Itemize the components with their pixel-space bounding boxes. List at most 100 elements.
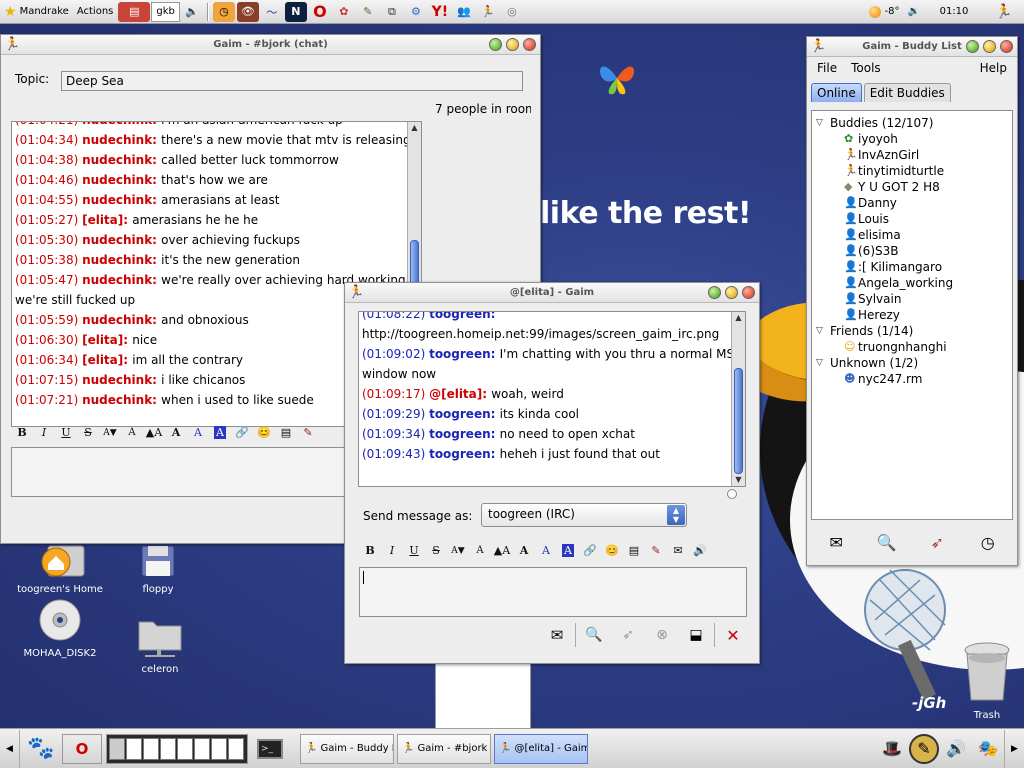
- smiley-button[interactable]: 😊: [601, 541, 623, 561]
- scroll-thumb[interactable]: [734, 368, 743, 474]
- normal-font-button[interactable]: A: [469, 541, 491, 561]
- link-button[interactable]: 🔗: [231, 423, 253, 443]
- network-desktop-icon[interactable]: celeron: [115, 616, 205, 675]
- minimize-button[interactable]: [489, 38, 502, 51]
- im-log[interactable]: (01:08:22) toogreen: http://toogreen.hom…: [358, 311, 746, 487]
- clock-applet[interactable]: 01:10: [924, 1, 984, 23]
- bold-button[interactable]: B: [359, 541, 381, 561]
- cd-launcher[interactable]: ◎: [501, 2, 523, 22]
- strike-button[interactable]: S: [77, 423, 99, 443]
- fg-color-button[interactable]: A: [187, 423, 209, 443]
- home-desktop-icon[interactable]: toogreen's Home: [15, 544, 105, 595]
- smaller-font-button[interactable]: A▼: [447, 541, 469, 561]
- underline-button[interactable]: U: [403, 541, 425, 561]
- close-button[interactable]: [523, 38, 536, 51]
- buddy-row[interactable]: 👤 Danny: [816, 195, 1012, 211]
- warn-button[interactable]: ➶: [612, 621, 644, 649]
- workspace-6[interactable]: [194, 737, 210, 760]
- font-face-button[interactable]: A: [513, 541, 535, 561]
- menu-file[interactable]: File: [817, 61, 837, 75]
- workspace-8[interactable]: [228, 737, 244, 760]
- expander-icon[interactable]: ▽: [816, 323, 830, 339]
- workspace-2[interactable]: [126, 737, 142, 760]
- normal-font-button[interactable]: A: [121, 423, 143, 443]
- buddy-row[interactable]: ✿ iyoyoh: [816, 131, 1012, 147]
- smaller-font-button[interactable]: A▼: [99, 423, 121, 443]
- keyboard-applet[interactable]: gkb: [151, 1, 180, 22]
- close-conversation-button[interactable]: ✕: [717, 621, 749, 649]
- underline-button[interactable]: U: [55, 423, 77, 443]
- buddy-row[interactable]: 👤 Angela_working: [816, 275, 1012, 291]
- workspace-3[interactable]: [143, 737, 159, 760]
- minimize-button[interactable]: [966, 40, 979, 53]
- maximize-button[interactable]: [725, 286, 738, 299]
- send-as-dropdown[interactable]: toogreen (IRC) ▲ ▼: [481, 503, 687, 527]
- log-button[interactable]: ▤: [275, 423, 297, 443]
- block-button[interactable]: ⊗: [646, 621, 678, 649]
- bg-color-button[interactable]: A: [209, 423, 231, 443]
- expander-icon[interactable]: ▽: [816, 355, 830, 371]
- im-titlebar[interactable]: 🏃 @[elita] - Gaim: [345, 283, 759, 303]
- away-button[interactable]: ◷: [972, 528, 1004, 556]
- buddy-row[interactable]: 👤 Louis: [816, 211, 1012, 227]
- scroll-down-arrow[interactable]: ▼: [732, 474, 745, 486]
- tools-launcher[interactable]: ⚙: [405, 2, 427, 22]
- volume-applet[interactable]: 🔉: [904, 1, 924, 23]
- chat-titlebar[interactable]: 🏃 Gaim - #bjork (chat): [1, 35, 540, 55]
- menu-help[interactable]: Help: [980, 61, 1007, 75]
- opera-taskbar-launcher[interactable]: O: [62, 733, 102, 764]
- sound-launcher[interactable]: 🔊: [941, 734, 971, 764]
- windows-launcher[interactable]: ⧉: [381, 2, 403, 22]
- buddy-row[interactable]: 👤 Sylvain: [816, 291, 1012, 307]
- trash-desktop-icon[interactable]: Trash: [942, 640, 1024, 721]
- info-button[interactable]: 🔍: [578, 621, 610, 649]
- join-chat-button[interactable]: ➶: [921, 528, 953, 556]
- buddy-row[interactable]: 👤 (6)S3B: [816, 243, 1012, 259]
- buddy-group-row[interactable]: ▽ Friends (1/14): [816, 323, 1012, 339]
- buddy-tree[interactable]: ▽ Buddies (12/107) ✿ iyoyoh 🏃 InvAznGirl 🏃 tiny…: [811, 110, 1013, 520]
- volume-launcher[interactable]: 🔈: [181, 2, 203, 22]
- buddy-row[interactable]: 👤 elisima: [816, 227, 1012, 243]
- buddy-row[interactable]: ☺ truongnhanghi: [816, 339, 1012, 355]
- font-face-button[interactable]: A: [165, 423, 187, 443]
- maximize-button[interactable]: [983, 40, 996, 53]
- send-button[interactable]: ✉: [541, 621, 573, 649]
- image-button[interactable]: ✉: [667, 541, 689, 561]
- buddy-row[interactable]: 🏃 tinytimidturtle: [816, 163, 1012, 179]
- fg-color-button[interactable]: A: [535, 541, 557, 561]
- cdrom-desktop-icon[interactable]: MOHAA_DISK2: [15, 598, 105, 659]
- buddy-group-row[interactable]: ▽ Unknown (1/2): [816, 355, 1012, 371]
- eyes-launcher[interactable]: 👁: [236, 1, 259, 22]
- buddy-group-row[interactable]: ▽ Buddies (12/107): [816, 115, 1012, 131]
- add-buddy-button[interactable]: ⬓: [680, 621, 712, 649]
- minimize-button[interactable]: [708, 286, 721, 299]
- italic-button[interactable]: I: [381, 541, 403, 561]
- bg-color-button[interactable]: A: [557, 541, 579, 561]
- im-log-scrollbar[interactable]: ▲ ▼: [731, 312, 745, 486]
- main-menu-button[interactable]: ★ Mandrake: [0, 1, 73, 23]
- gaim-tray-icon[interactable]: 🏃: [984, 1, 1024, 23]
- gimp-launcher[interactable]: ✎: [357, 2, 379, 22]
- get-info-button[interactable]: 🔍: [871, 528, 903, 556]
- log-button[interactable]: ▤: [623, 541, 645, 561]
- actions-menu-button[interactable]: Actions: [73, 1, 118, 23]
- maximize-button[interactable]: [506, 38, 519, 51]
- workspace-4[interactable]: [160, 737, 176, 760]
- expander-icon[interactable]: ▽: [816, 115, 830, 131]
- yahoo-launcher[interactable]: Y!: [429, 2, 451, 22]
- book-launcher[interactable]: ▤: [118, 1, 151, 22]
- wizard-launcher[interactable]: 🎩: [877, 734, 907, 764]
- buddy-row[interactable]: ◆ Y U GOT 2 H8: [816, 179, 1012, 195]
- gnome-foot-button[interactable]: 🐾: [20, 730, 62, 768]
- im-message-entry[interactable]: [359, 567, 747, 617]
- network-launcher[interactable]: ✿: [333, 2, 355, 22]
- buddy-row[interactable]: 👤:[ Kilimangaro: [816, 259, 1012, 275]
- workspace-5[interactable]: [177, 737, 193, 760]
- workspace-switcher[interactable]: [106, 733, 248, 764]
- buddy-titlebar[interactable]: 🏃 Gaim - Buddy List: [807, 37, 1017, 57]
- task-chat[interactable]: 🏃 Gaim - #bjork (: [397, 733, 491, 764]
- workspace-7[interactable]: [211, 737, 227, 760]
- strike-button[interactable]: S: [425, 541, 447, 561]
- task-buddy-list[interactable]: 🏃 Gaim - Buddy L: [300, 733, 394, 764]
- floppy-desktop-icon[interactable]: floppy: [113, 544, 203, 595]
